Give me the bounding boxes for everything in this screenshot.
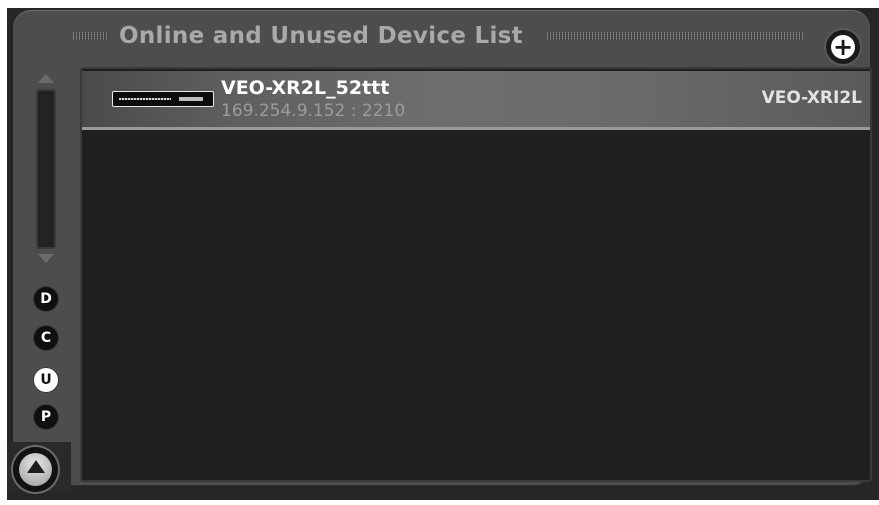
device-name: VEO-XR2L_52ttt — [221, 77, 390, 99]
filter-c-button[interactable]: C — [34, 326, 58, 350]
panel-title: Online and Unused Device List — [119, 23, 523, 49]
device-model: VEO-XRI2L — [761, 88, 862, 108]
arrow-down-icon[interactable] — [38, 254, 54, 263]
filter-d-button[interactable]: D — [34, 287, 58, 311]
device-list: VEO-XR2L_52ttt 169.254.9.152 : 2210 VEO-… — [80, 67, 872, 482]
plus-circle-icon: + — [832, 33, 854, 61]
filter-p-button[interactable]: P — [34, 405, 58, 429]
eject-icon[interactable] — [13, 447, 58, 492]
device-address: 169.254.9.152 : 2210 — [221, 101, 406, 121]
filter-u-button[interactable]: U — [34, 368, 58, 392]
header-grip-left[interactable] — [73, 32, 109, 40]
arrow-up-icon[interactable] — [38, 74, 54, 83]
add-device-button[interactable]: + — [826, 30, 860, 64]
panel-header: Online and Unused Device List — [73, 20, 865, 52]
device-thumbnail-icon — [112, 91, 214, 107]
scrollbar-track[interactable] — [36, 89, 56, 249]
device-row-selected[interactable]: VEO-XR2L_52ttt 169.254.9.152 : 2210 VEO-… — [82, 71, 870, 130]
header-grip-right[interactable] — [546, 32, 803, 40]
